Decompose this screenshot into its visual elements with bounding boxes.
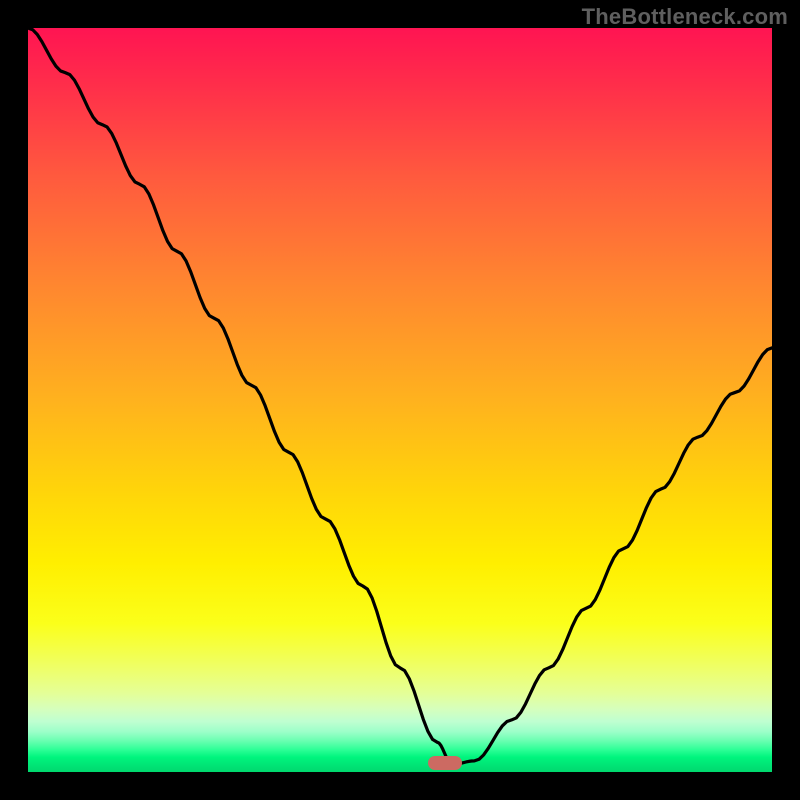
attribution-text: TheBottleneck.com: [582, 4, 788, 30]
curve-svg: [28, 28, 772, 772]
chart-frame: TheBottleneck.com: [0, 0, 800, 800]
minimum-marker: [428, 756, 462, 770]
bottleneck-curve-path: [28, 28, 772, 765]
plot-area: [28, 28, 772, 772]
